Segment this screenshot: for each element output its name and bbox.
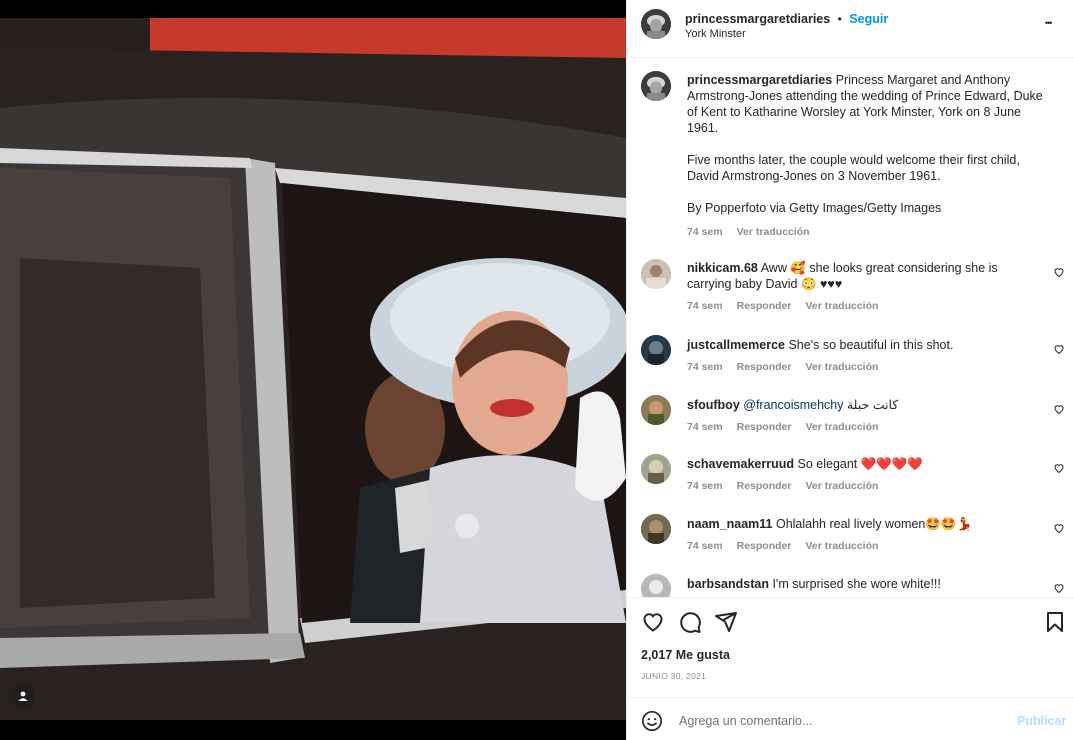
tagged-users-button[interactable]	[11, 684, 35, 708]
avatar[interactable]	[641, 259, 671, 289]
comment-username[interactable]: naam_naam11	[687, 517, 772, 531]
reply-link[interactable]: Responder	[737, 300, 792, 312]
translate-link[interactable]: Ver traducción	[805, 480, 878, 492]
translate-link[interactable]: Ver traducción	[805, 361, 878, 373]
comment-text: كانت حبلة	[846, 398, 899, 412]
bookmark-icon[interactable]	[1043, 610, 1067, 634]
comment-text: She's so beautiful in this shot.	[788, 338, 954, 352]
reply-link[interactable]: Responder	[737, 540, 792, 552]
comment-username[interactable]: barbsandstan	[687, 577, 769, 591]
comment-text: I'm surprised she wore white!!!	[772, 577, 941, 591]
translate-link[interactable]: Ver traducción	[805, 421, 878, 433]
comment-timestamp[interactable]: 74 sem	[687, 300, 723, 312]
caption-timestamp[interactable]: 74 sem	[687, 226, 723, 238]
comments-section: princessmargaretdiaries Princess Margare…	[627, 58, 1074, 597]
translate-link[interactable]: Ver traducción	[805, 300, 878, 312]
caption-translate-link[interactable]: Ver traducción	[737, 226, 810, 238]
reply-link[interactable]: Responder	[737, 421, 792, 433]
post-photo-panel	[0, 0, 626, 740]
caption-text-3: By Popperfoto via Getty Images/Getty Ima…	[687, 201, 942, 215]
likes-count[interactable]: 2,017 Me gusta	[641, 648, 730, 662]
user-icon	[18, 691, 28, 701]
post-actions: 2,017 Me gusta JUNIO 30, 2021	[627, 597, 1074, 698]
more-options-icon[interactable]: •••	[1045, 18, 1063, 30]
reply-link[interactable]: Responder	[737, 361, 792, 373]
comment-username[interactable]: schavemakerruud	[687, 457, 794, 471]
comment-timestamp[interactable]: 74 sem	[687, 421, 723, 433]
comment-username[interactable]: nikkicam.68	[687, 261, 758, 275]
comment-timestamp[interactable]: 74 sem	[687, 361, 723, 373]
post-author-username[interactable]: princessmargaretdiaries	[685, 12, 830, 26]
heart-icon[interactable]	[641, 610, 665, 634]
heart-icon[interactable]	[1053, 522, 1065, 534]
avatar[interactable]	[641, 514, 671, 544]
caption-text-2: Five months later, the couple would welc…	[687, 153, 1020, 183]
separator-dot: •	[837, 12, 842, 26]
comment-username[interactable]: sfoufboy	[687, 398, 740, 412]
post-date[interactable]: JUNIO 30, 2021	[641, 671, 706, 681]
post-side-panel: princessmargaretdiaries • Seguir York Mi…	[626, 0, 1074, 740]
comment-timestamp[interactable]: 74 sem	[687, 480, 723, 492]
post-location[interactable]: York Minster	[685, 28, 746, 40]
comment-icon[interactable]	[678, 610, 702, 634]
avatar[interactable]	[641, 71, 671, 101]
heart-icon[interactable]	[1053, 266, 1065, 278]
heart-icon[interactable]	[1053, 582, 1065, 594]
avatar[interactable]	[641, 454, 671, 484]
comment-timestamp[interactable]: 74 sem	[687, 540, 723, 552]
heart-icon[interactable]	[1053, 343, 1065, 355]
post-photo[interactable]	[0, 18, 626, 720]
post-modal: princessmargaretdiaries • Seguir York Mi…	[0, 0, 1074, 740]
comment-username[interactable]: justcallmemerce	[687, 338, 785, 352]
heart-icon[interactable]	[1053, 403, 1065, 415]
reply-link[interactable]: Responder	[737, 480, 792, 492]
avatar[interactable]	[641, 335, 671, 365]
emoji-icon[interactable]	[641, 710, 663, 732]
comment-input[interactable]	[677, 708, 1001, 734]
translate-link[interactable]: Ver traducción	[805, 540, 878, 552]
add-comment-bar: Publicar	[627, 697, 1074, 740]
comment-text: So elegant ❤️❤️❤️❤️	[797, 457, 924, 471]
publish-button[interactable]: Publicar	[1017, 714, 1066, 728]
post-header: princessmargaretdiaries • Seguir York Mi…	[627, 0, 1074, 58]
avatar[interactable]	[641, 574, 671, 597]
avatar[interactable]	[641, 395, 671, 425]
share-icon[interactable]	[714, 610, 738, 634]
avatar[interactable]	[641, 9, 671, 39]
caption-username[interactable]: princessmargaretdiaries	[687, 73, 832, 87]
heart-icon[interactable]	[1053, 462, 1065, 474]
comment-text: Ohlalahh real lively women🤩🤩💃	[775, 517, 973, 531]
comment-mention[interactable]: @francoismehchy	[743, 398, 843, 412]
follow-button[interactable]: Seguir	[849, 12, 888, 26]
